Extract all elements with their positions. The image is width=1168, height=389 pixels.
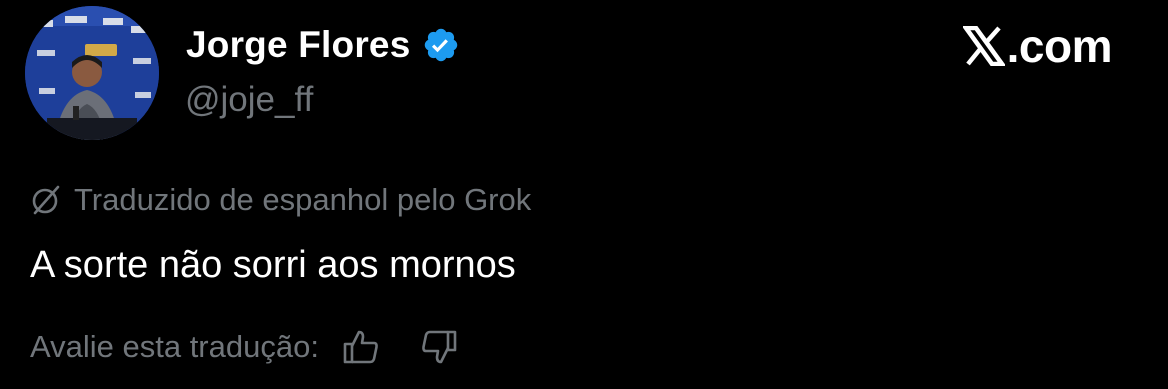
translation-label: Traduzido de espanhol pelo Grok: [74, 182, 532, 217]
x-logo-icon: [961, 25, 1007, 67]
author-name-row: Jorge Flores: [186, 22, 460, 68]
rate-translation-row: Avalie esta tradução:: [30, 326, 459, 368]
thumbs-up-icon[interactable]: [341, 327, 381, 367]
author-handle[interactable]: @joje_ff: [185, 80, 313, 120]
thumbs-down-icon[interactable]: [419, 327, 459, 367]
rate-translation-label: Avalie esta tradução:: [30, 329, 319, 364]
grok-icon: [30, 184, 62, 216]
tweet-text: A sorte não sorri aos mornos: [30, 244, 516, 286]
translation-notice: Traduzido de espanhol pelo Grok: [30, 180, 531, 220]
verified-badge-icon: [422, 26, 460, 64]
brand-domain-text: .com: [1006, 20, 1113, 72]
author-display-name[interactable]: Jorge Flores: [186, 24, 410, 66]
brand-watermark: .com: [961, 20, 1113, 72]
avatar-image: [25, 6, 159, 140]
avatar[interactable]: [25, 6, 159, 140]
